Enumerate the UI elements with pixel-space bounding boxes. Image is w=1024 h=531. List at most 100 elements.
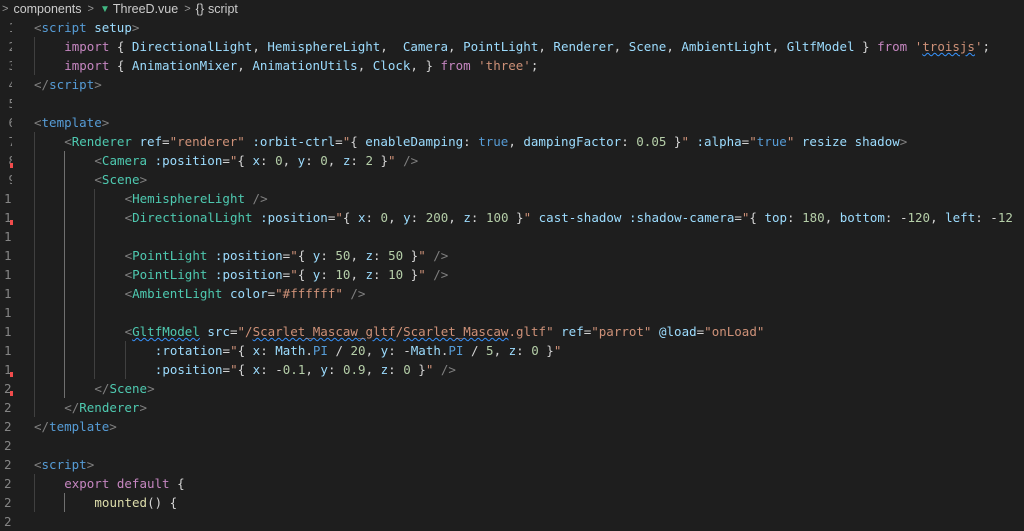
line-number: 22: [0, 417, 12, 436]
code-token: }: [403, 267, 419, 282]
error-marker: [10, 391, 13, 396]
code-token: 0.05: [636, 134, 667, 149]
code-token: :: [327, 362, 343, 377]
code-token: ,: [305, 362, 321, 377]
code-token: true: [756, 134, 787, 149]
line-number: 13: [0, 246, 12, 265]
line-number-text: 6: [8, 113, 12, 132]
code-line[interactable]: <script setup>: [34, 18, 139, 37]
code-token: shadow: [854, 134, 900, 149]
line-number: 16: [0, 303, 12, 322]
code-token: <: [124, 286, 133, 301]
code-line[interactable]: <PointLight :position="{ y: 50, z: 50 }"…: [125, 246, 449, 265]
code-token: >: [139, 172, 148, 187]
code-token: dampingFactor: [523, 134, 622, 149]
code-token: Renderer: [71, 134, 132, 149]
code-line[interactable]: mounted() {: [94, 493, 177, 512]
indent-guide: [34, 37, 35, 75]
code-token: :rotation: [154, 343, 223, 358]
code-token: <: [124, 248, 133, 263]
code-token: }: [538, 343, 554, 358]
code-token: />: [440, 362, 456, 377]
breadcrumb-folder[interactable]: components: [13, 2, 81, 16]
code-line[interactable]: <Renderer ref="renderer" :orbit-ctrl="{ …: [64, 132, 907, 151]
code-token: 0: [403, 362, 411, 377]
code-token: <: [34, 115, 42, 130]
code-token: DirectionalLight: [131, 39, 253, 54]
breadcrumb-symbol[interactable]: script: [208, 2, 238, 16]
code-line[interactable]: import { AnimationMixer, AnimationUtils,…: [64, 56, 538, 75]
code-token: "parrot": [591, 324, 652, 339]
code-line[interactable]: </Renderer>: [64, 398, 147, 417]
code-token: </: [34, 419, 50, 434]
code-line[interactable]: <PointLight :position="{ y: 10, z: 10 }"…: [125, 265, 449, 284]
code-token: PointLight: [132, 248, 208, 263]
code-token: =: [229, 324, 238, 339]
code-token: ": [418, 248, 426, 263]
line-number-text: 13: [4, 248, 12, 263]
code-line[interactable]: <template>: [34, 113, 109, 132]
code-line[interactable]: <Scene>: [94, 170, 147, 189]
code-token: :position: [214, 267, 283, 282]
chevron-right-icon: >: [87, 3, 94, 15]
code-token: Scarlet_Mascaw: [403, 324, 509, 339]
code-line[interactable]: <AmbientLight color="#ffffff" />: [125, 284, 366, 303]
breadcrumb-file[interactable]: ThreeD.vue: [113, 2, 178, 16]
code-token: Clock: [372, 58, 411, 73]
code-token: 12: [997, 210, 1013, 225]
code-line[interactable]: <GltfModel src="/Scarlet_Mascaw_gltf/Sca…: [125, 322, 765, 341]
code-line[interactable]: <script>: [34, 455, 94, 474]
code-token: 0: [275, 153, 283, 168]
code-line[interactable]: </script>: [34, 75, 102, 94]
code-line[interactable]: :rotation="{ x: Math.PI / 20, y: -Math.P…: [155, 341, 562, 360]
line-number-text: 10: [4, 191, 12, 206]
code-token: default: [116, 476, 170, 491]
code-token: x: [252, 153, 260, 168]
code-line[interactable]: <HemisphereLight />: [125, 189, 268, 208]
code-line[interactable]: <DirectionalLight :position="{ x: 0, y: …: [125, 208, 1013, 227]
line-number: 6: [0, 113, 12, 132]
code-token: Camera: [101, 153, 148, 168]
code-token: }: [666, 134, 682, 149]
code-token: ;: [530, 58, 539, 73]
code-token: : -: [884, 210, 908, 225]
code-line[interactable]: :position="{ x: -0.1, y: 0.9, z: 0 }" />: [155, 360, 456, 379]
code-token: <: [124, 210, 133, 225]
error-marker: [10, 372, 13, 377]
code-token: 5: [486, 343, 494, 358]
code-line[interactable]: import { DirectionalLight, HemisphereLig…: [64, 37, 990, 56]
code-line[interactable]: export default {: [64, 474, 184, 493]
code-token: ": [523, 210, 532, 225]
line-number: 17: [0, 322, 12, 341]
code-token: setup: [94, 20, 132, 35]
code-line[interactable]: </template>: [34, 417, 117, 436]
code-token: resize: [801, 134, 848, 149]
indent-guide: [124, 341, 126, 379]
line-number-text: 15: [4, 286, 12, 301]
vue-file-icon: ▼: [99, 3, 110, 15]
code-token: HemisphereLight: [132, 191, 246, 206]
code-token: ,: [493, 343, 509, 358]
code-token: y: [320, 362, 328, 377]
code-token: />: [252, 191, 268, 206]
code-token: 0: [380, 210, 389, 225]
code-token: from: [877, 39, 908, 54]
code-token: ,: [327, 153, 343, 168]
code-token: Scarlet_Mascaw_gltf: [252, 324, 396, 339]
code-token: ": [335, 210, 343, 225]
code-token: =: [222, 153, 230, 168]
braces-icon: {}: [195, 2, 204, 16]
code-editor[interactable]: <script setup> import { DirectionalLight,…: [34, 18, 1024, 513]
code-token: 0: [320, 153, 328, 168]
code-token: {: [342, 210, 358, 225]
code-line[interactable]: <Camera :position="{ x: 0, y: 0, z: 2 }"…: [94, 151, 418, 170]
line-number-gutter[interactable]: 1234567891011121314151617181920212223242…: [0, 18, 14, 529]
line-number-text: 27: [4, 514, 12, 529]
code-line[interactable]: </Scene>: [94, 379, 154, 398]
